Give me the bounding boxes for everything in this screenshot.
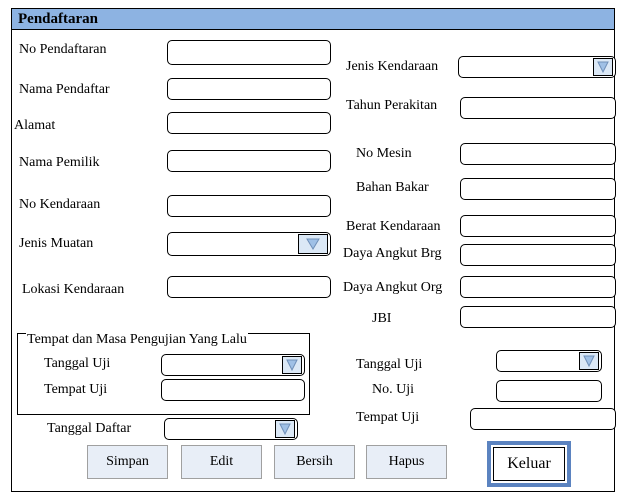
tahun-perakitan-input[interactable] xyxy=(460,97,616,119)
chevron-down-icon[interactable] xyxy=(298,234,328,254)
jenis-kendaraan-label: Jenis Kendaraan xyxy=(346,59,439,74)
berat-kendaraan-label: Berat Kendaraan xyxy=(346,219,441,234)
tempat-uji-label: Tempat Uji xyxy=(356,410,420,425)
nama-pemilik-input[interactable] xyxy=(167,150,331,172)
prev-tempat-uji-label: Tempat Uji xyxy=(44,382,108,397)
jenis-muatan-label: Jenis Muatan xyxy=(19,236,94,251)
daya-angkut-org-label: Daya Angkut Org xyxy=(343,280,443,295)
lokasi-kendaraan-input[interactable] xyxy=(167,276,331,298)
tempat-uji-input[interactable] xyxy=(470,408,616,430)
no-pendaftaran-label: No Pendaftaran xyxy=(19,42,107,57)
bahan-bakar-input[interactable] xyxy=(460,178,616,200)
simpan-button[interactable]: Simpan xyxy=(87,445,168,479)
form-title: Pendaftaran xyxy=(18,11,98,27)
jenis-muatan-select[interactable] xyxy=(167,232,331,256)
nama-pemilik-label: Nama Pemilik xyxy=(19,155,100,170)
no-mesin-input[interactable] xyxy=(460,143,616,165)
nama-pendaftar-input[interactable] xyxy=(167,78,331,100)
tanggal-daftar-label: Tanggal Daftar xyxy=(47,421,132,436)
bersih-button[interactable]: Bersih xyxy=(274,445,355,479)
no-mesin-label: No Mesin xyxy=(356,146,412,161)
jenis-kendaraan-select[interactable] xyxy=(458,56,616,78)
no-kendaraan-input[interactable] xyxy=(167,195,331,217)
form-title-bar: Pendaftaran xyxy=(11,8,615,30)
alamat-label: Alamat xyxy=(14,118,56,133)
daya-angkut-brg-input[interactable] xyxy=(460,244,616,266)
daya-angkut-org-input[interactable] xyxy=(460,276,616,298)
nama-pendaftar-label: Nama Pendaftar xyxy=(19,82,110,97)
berat-kendaraan-input[interactable] xyxy=(460,215,616,237)
chevron-down-icon[interactable] xyxy=(282,356,302,374)
no-pendaftaran-input[interactable] xyxy=(167,40,331,65)
tahun-perakitan-label: Tahun Perakitan xyxy=(346,98,438,113)
tanggal-daftar-select[interactable] xyxy=(164,418,298,440)
hapus-button[interactable]: Hapus xyxy=(366,445,447,479)
chevron-down-icon[interactable] xyxy=(593,58,613,76)
previous-test-group-title: Tempat dan Masa Pengujian Yang Lalu xyxy=(26,332,248,348)
jbi-input[interactable] xyxy=(460,306,616,328)
daya-angkut-brg-label: Daya Angkut Brg xyxy=(343,246,442,261)
no-uji-input[interactable] xyxy=(496,380,602,402)
bahan-bakar-label: Bahan Bakar xyxy=(356,180,429,195)
lokasi-kendaraan-label: Lokasi Kendaraan xyxy=(22,282,125,297)
chevron-down-icon[interactable] xyxy=(275,420,295,438)
chevron-down-icon[interactable] xyxy=(579,352,599,370)
prev-tempat-uji-input[interactable] xyxy=(161,379,305,401)
tanggal-uji-label: Tanggal Uji xyxy=(356,357,423,372)
jbi-label: JBI xyxy=(372,311,392,326)
keluar-button-label: Keluar xyxy=(493,447,565,481)
edit-button[interactable]: Edit xyxy=(181,445,262,479)
keluar-button[interactable]: Keluar xyxy=(487,441,571,487)
alamat-input[interactable] xyxy=(167,112,331,134)
prev-tanggal-uji-select[interactable] xyxy=(161,354,305,376)
prev-tanggal-uji-label: Tanggal Uji xyxy=(44,356,111,371)
no-uji-label: No. Uji xyxy=(372,382,414,397)
tanggal-uji-select[interactable] xyxy=(496,350,602,372)
no-kendaraan-label: No Kendaraan xyxy=(19,197,101,212)
